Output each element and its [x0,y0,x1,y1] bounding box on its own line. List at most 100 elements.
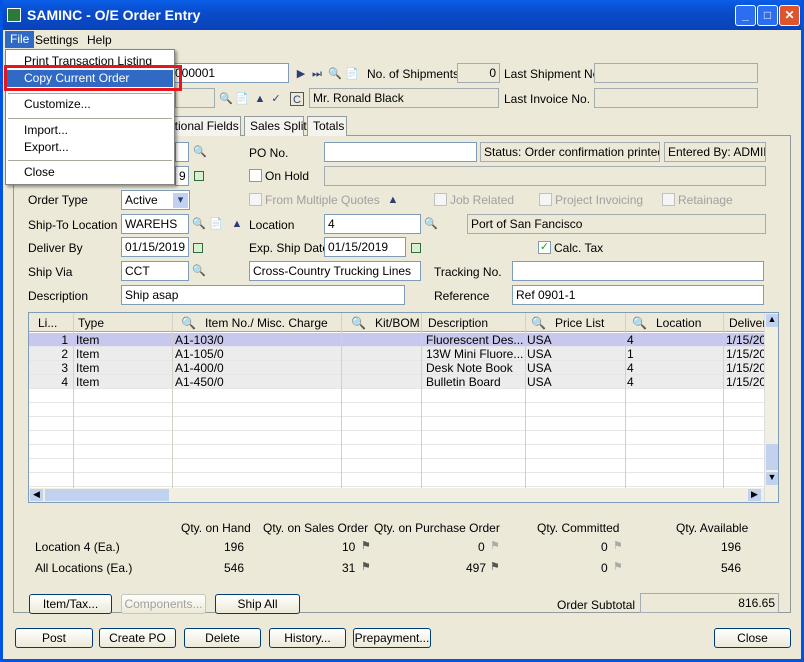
on-hold-checkbox[interactable] [249,169,262,182]
grid-cell[interactable]: 4 [627,361,717,375]
post-button[interactable]: Post [15,628,93,648]
finder-icon[interactable]: 🔍 [351,316,366,330]
drilldown-icon[interactable]: ⚑ [490,561,500,573]
zoom-up-icon[interactable]: ▲ [253,92,267,106]
grid-cell[interactable]: Bulletin Board [426,375,524,389]
grid-cell[interactable]: 4 [32,375,68,389]
ship-all-button[interactable]: Ship All [215,594,300,614]
grid-cell[interactable]: Item [76,375,171,389]
scroll-down-icon[interactable]: ▼ [766,472,778,485]
check-credit-icon[interactable]: ✓ [269,92,283,106]
scroll-right-icon[interactable]: ▶ [748,489,761,501]
grid-cell[interactable]: 13W Mini Fluore... [426,347,524,361]
date-fragment[interactable]: 9 [175,166,189,186]
table-row[interactable] [29,473,764,487]
finder-icon[interactable]: 🔍 [193,145,207,159]
deliver-by-input[interactable]: 01/15/2019 [121,237,189,257]
table-row[interactable] [29,431,764,445]
drilldown-icon[interactable]: ⚑ [361,540,371,552]
grid-cell[interactable]: 1/15/20 [726,375,764,389]
history-button[interactable]: History... [269,628,346,648]
ship-to-input[interactable]: WAREHS [121,214,189,234]
grid-cell[interactable]: 1 [627,347,717,361]
finder-icon[interactable]: 🔍 [632,316,647,330]
table-row[interactable] [29,445,764,459]
menu-file[interactable]: File [5,31,35,48]
grid-cell[interactable]: 1/15/20 [726,347,764,361]
scroll-up-icon[interactable]: ▲ [766,314,778,327]
close-button[interactable]: Close [714,628,791,648]
tab-sales-split[interactable]: Sales Split [244,116,307,136]
finder-icon[interactable]: 🔍 [531,316,546,330]
minimize-button[interactable]: _ [735,5,756,26]
exp-ship-input[interactable]: 01/15/2019 [324,237,406,257]
finder-icon[interactable]: 🔍 [192,217,206,231]
tab-totals[interactable]: Totals [307,116,347,136]
calc-tax-checkbox[interactable]: ✓ [538,241,551,254]
close-window-button[interactable]: ✕ [779,5,800,26]
from-quotes-checkbox[interactable] [249,193,262,206]
prepayment-button[interactable]: Prepayment... [353,628,431,648]
grid-cell[interactable]: USA [527,375,622,389]
new-document-icon[interactable]: 📄 [209,217,223,231]
table-row[interactable] [29,417,764,431]
grid-cell[interactable]: USA [527,361,622,375]
grid-cell[interactable]: 2 [32,347,68,361]
scroll-thumb[interactable] [766,444,778,470]
maximize-button[interactable]: □ [757,5,778,26]
grid-cell[interactable]: USA [527,347,622,361]
grid-cell[interactable]: Item [76,333,171,347]
scroll-left-icon[interactable]: ◀ [30,489,43,501]
menu-item-customize[interactable]: Customize... [7,96,173,113]
table-row[interactable] [29,389,764,403]
grid-cell[interactable]: A1-400/0 [175,361,340,375]
menu-settings[interactable]: Settings [35,33,78,47]
table-row[interactable] [29,403,764,417]
new-document-icon[interactable]: 📄 [345,67,359,81]
grid-cell[interactable]: 1 [32,333,68,347]
grid-cell[interactable]: 3 [32,361,68,375]
reference-input[interactable]: Ref 0901-1 [512,285,764,305]
col-line[interactable]: Li... [38,316,57,330]
contact-icon[interactable]: C [290,92,304,106]
order-date-fragment[interactable] [175,142,189,162]
grid-cell[interactable]: Fluorescent Des... [426,333,524,347]
table-row[interactable]: 1 Item A1-103/0 Fluorescent Des... USA 4 1/15/… [29,333,764,347]
next-icon[interactable]: ▶ [294,67,308,81]
table-row[interactable]: 4 Item A1-450/0 Bulletin Board USA 4 1/15/20 [29,375,764,389]
menu-item-close[interactable]: Close [7,164,173,181]
create-po-button[interactable]: Create PO [99,628,176,648]
calendar-icon[interactable] [411,243,421,253]
finder-icon[interactable]: 🔍 [424,217,438,231]
retainage-checkbox[interactable] [662,193,675,206]
finder-icon[interactable]: 🔍 [219,92,233,106]
col-item[interactable]: Item No./ Misc. Charge [205,316,328,330]
vertical-scrollbar[interactable]: ▲ ▼ [764,313,778,502]
menu-help[interactable]: Help [87,33,112,47]
table-row[interactable] [29,459,764,473]
grid-cell[interactable]: Desk Note Book [426,361,524,375]
table-row[interactable]: 2 Item A1-105/0 13W Mini Fluore... USA 1 1/15/… [29,347,764,361]
calendar-icon[interactable] [194,171,204,181]
horizontal-scrollbar[interactable]: ◀ ▶ [29,488,764,502]
zoom-up-icon[interactable]: ▲ [230,217,244,231]
grid-cell[interactable]: A1-103/0 [175,333,340,347]
drilldown-icon[interactable]: ⚑ [613,561,623,573]
description-input[interactable]: Ship asap [121,285,405,305]
menu-item-export[interactable]: Export... [7,139,173,156]
grid-cell[interactable]: 4 [627,375,717,389]
finder-icon[interactable]: 🔍 [192,264,206,278]
drilldown-icon[interactable]: ⚑ [613,540,623,552]
grid-cell[interactable]: Item [76,361,171,375]
finder-icon[interactable]: 🔍 [328,67,342,81]
col-location[interactable]: Location [656,316,701,330]
drilldown-icon[interactable]: ⚑ [361,561,371,573]
col-description[interactable]: Description [428,316,488,330]
grid-cell[interactable]: A1-450/0 [175,375,340,389]
zoom-up-icon[interactable]: ▲ [386,193,400,207]
drilldown-icon[interactable]: ⚑ [490,540,500,552]
col-kit[interactable]: Kit/BOM [375,316,420,330]
grid-cell[interactable]: A1-105/0 [175,347,340,361]
order-number-field[interactable]: 000001 [171,63,289,83]
new-document-icon[interactable]: 📄 [235,92,249,106]
